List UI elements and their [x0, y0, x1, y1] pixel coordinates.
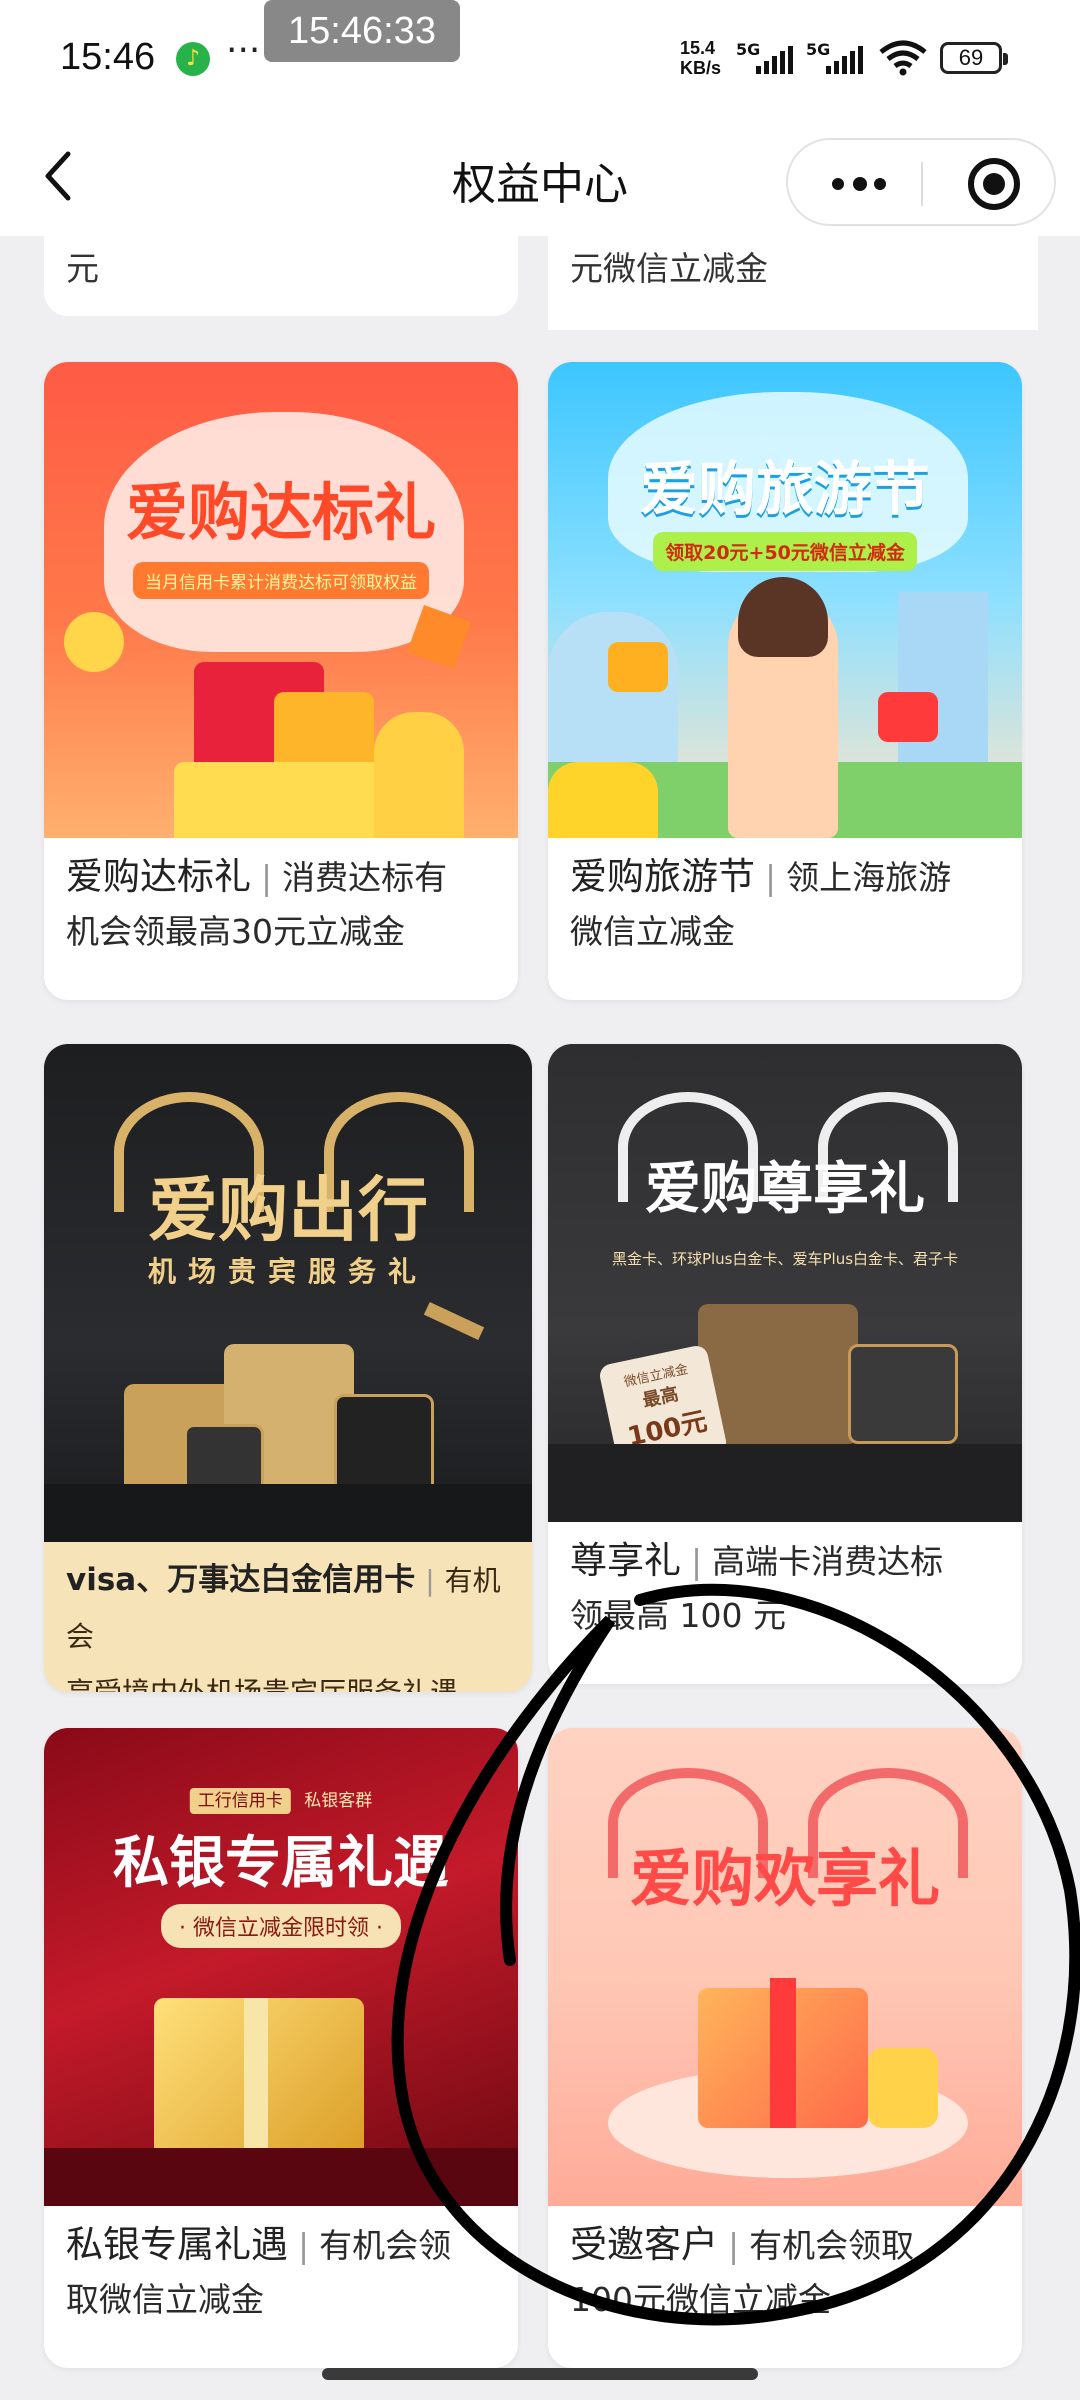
card-desc-2: 取微信立减金 [66, 2280, 264, 2319]
more-notifications-icon: ··· [226, 30, 261, 71]
status-time: 15:46 [60, 36, 156, 78]
plane-icon [423, 1301, 485, 1341]
banner-subtitle: · 微信立减金限时领 · [161, 1904, 401, 1948]
hand-drawn-circle-annotation [391, 1583, 1080, 2326]
network-speed-unit: KB/s [680, 58, 722, 78]
banner-title: 爱购尊享礼 [645, 1157, 925, 1222]
banner-subtitle: 领取20元+50元微信立减金 [653, 532, 917, 571]
banner-subtitle: 机场贵宾服务礼 [147, 1255, 428, 1288]
partial-card-left[interactable]: 元 [44, 236, 518, 316]
card-desc-1: 领上海旅游 [786, 858, 952, 897]
more-options-icon[interactable] [824, 162, 894, 202]
banner-badges: 工行信用卡 私银客群 [189, 1786, 373, 1814]
card-title: 爱购旅游节 [570, 855, 755, 898]
music-app-icon: ♪ [176, 42, 210, 76]
battery-icon: 69 [940, 42, 1008, 74]
gift-icon [608, 642, 668, 692]
gift-icon [274, 692, 374, 772]
gift-icon [878, 692, 938, 742]
car-icon [548, 762, 658, 838]
partial-card-left-text: 元 [66, 249, 99, 288]
benefit-banner-image: 爱购出行 机场贵宾服务礼 [44, 1044, 532, 1542]
banner-subtitle: 当月信用卡累计消费达标可领取权益 [133, 562, 429, 599]
card-title: 私银专属礼遇 [66, 2223, 288, 2266]
signal-2-icon: 5G [806, 40, 876, 74]
home-indicator[interactable] [322, 2368, 758, 2380]
girl-figure [374, 712, 464, 838]
card-desc-1: 消费达标有 [282, 858, 448, 897]
card-title: visa、万事达白金信用卡 [66, 1562, 416, 1598]
capsule-divider [921, 162, 923, 206]
card-desc-2: 机会领最高30元立减金 [66, 912, 405, 951]
gift-icon [848, 1344, 958, 1444]
close-miniprogram-icon[interactable] [968, 158, 1020, 210]
benefit-card[interactable]: 爱购旅游节 领取20元+50元微信立减金 爱购旅游节 | 领上海旅游 微信立减金 [548, 362, 1022, 1000]
benefit-banner-image: 爱购尊享礼 黑金卡、环球Plus白金卡、爱车Plus白金卡、君子卡 微信立减金 … [548, 1044, 1022, 1522]
status-bar: 15:46 ♪ ··· 15:46:33 15.4 KB/s 5G 5G 69 [0, 0, 1080, 118]
partial-card-right-text: 元微信立减金 [570, 249, 768, 288]
nav-bar: 权益中心 [0, 118, 1080, 236]
card-title: 爱购达标礼 [66, 855, 251, 898]
network-speed: 15.4 KB/s [680, 38, 721, 78]
card-caption: 爱购达标礼 | 消费达标有 机会领最高30元立减金 [66, 855, 448, 951]
wifi-icon [879, 40, 927, 76]
banner-badge-2: 私银客群 [304, 1791, 373, 1811]
banner-subtitle: 黑金卡、环球Plus白金卡、爱车Plus白金卡、君子卡 [611, 1250, 959, 1268]
benefit-banner-image: 爱购旅游节 领取20元+50元微信立减金 [548, 362, 1022, 838]
benefit-card[interactable]: 爱购达标礼 当月信用卡累计消费达标可领取权益 爱购达标礼 | 消费达标有 机会领最高… [44, 362, 518, 1000]
miniprogram-capsule [786, 138, 1056, 226]
gift-icon [334, 1394, 434, 1494]
screenshot-clock-overlay: 15:46:33 [264, 0, 460, 62]
banner-badge-1: 工行信用卡 [189, 1788, 291, 1814]
banner-title: 爱购旅游节 [639, 455, 930, 523]
banner-title: 爱购达标礼 [125, 476, 436, 549]
banner-title: 爱购出行 [148, 1169, 428, 1251]
benefit-banner-image: 爱购达标礼 当月信用卡累计消费达标可领取权益 [44, 362, 518, 838]
network-speed-value: 15.4 [680, 38, 716, 58]
partial-card-right[interactable]: 元微信立减金 [548, 236, 1038, 330]
card-caption: 爱购旅游节 | 领上海旅游 微信立减金 [570, 855, 952, 951]
signal-1-icon: 5G [736, 40, 806, 74]
card-desc-2: 微信立减金 [570, 912, 735, 951]
smiley-icon [64, 612, 124, 672]
